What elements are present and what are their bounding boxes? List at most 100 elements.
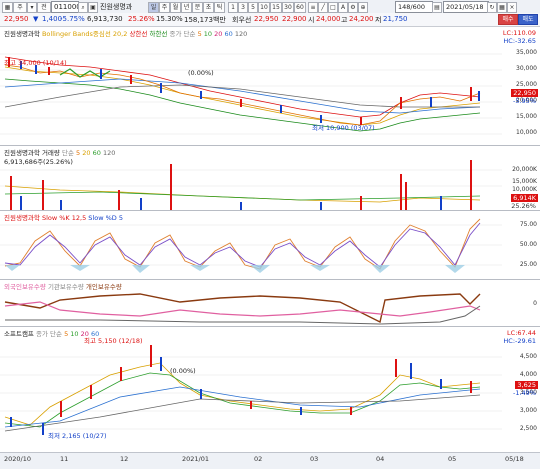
stoch-axis-25: 25.00 bbox=[519, 261, 537, 268]
zoom-icon[interactable]: ⊕ bbox=[358, 2, 368, 13]
lock-icon[interactable]: ▣ bbox=[88, 2, 98, 13]
sc-axis-4000: 4,000 bbox=[519, 371, 537, 378]
stoch-axis-50: 50.00 bbox=[519, 241, 537, 248]
holdings-axis-0: 0 bbox=[533, 300, 537, 307]
price-chart-pane[interactable]: 진원생명과학 Bollinger Bands중심선 20,2 상한선 하한선 종… bbox=[0, 27, 540, 146]
stoch-axis-75: 75.00 bbox=[519, 221, 537, 228]
down-arrow-icon: ▼ bbox=[33, 15, 39, 23]
stock-code-input[interactable]: 011000 bbox=[51, 1, 81, 13]
period-button-month[interactable]: 월 bbox=[170, 2, 181, 13]
search-icon[interactable]: ⌕ bbox=[78, 2, 88, 13]
price-tag: 22,950 bbox=[511, 89, 538, 97]
volume-svg bbox=[0, 160, 502, 210]
price-candles bbox=[8, 57, 480, 125]
date-field[interactable]: 2021/05/18 bbox=[443, 1, 489, 13]
quote-jeo-label: 저 bbox=[375, 16, 382, 24]
x-label-04: 04 bbox=[376, 455, 385, 463]
x-label-05: 05 bbox=[448, 455, 457, 463]
count-field[interactable]: 148/600 bbox=[395, 1, 433, 13]
stochastic-pane[interactable]: 진원생명과학 Slow %K 12,5 Slow %D 5 75.00 50.0… bbox=[0, 211, 540, 280]
x-axis-bar: 2020/10 11 12 2021/01 02 03 04 05 05/18 bbox=[0, 452, 540, 469]
quote-open-label: 회우선 bbox=[232, 16, 252, 24]
quote-si: 24,000 bbox=[316, 15, 341, 23]
quote-si-label: 시 bbox=[308, 16, 315, 24]
quote-amount: 158,173백만 bbox=[184, 16, 226, 24]
price-chart-svg bbox=[0, 53, 502, 135]
price-axis-30000: 30,000 bbox=[516, 65, 537, 72]
softcamp-pane[interactable]: 소프트캠프 종가 단순 5 10 20 60 LC:67.44 HC:-29.6… bbox=[0, 327, 540, 452]
quote-go: 24,200 bbox=[349, 15, 374, 23]
x-label-2021-01: 2021/01 bbox=[182, 455, 210, 463]
sc-price-tag: 3,625 bbox=[515, 381, 538, 389]
holdings-pane[interactable]: 외국인보유수량 기관보유수량 개인보유수량 0 bbox=[0, 280, 540, 327]
x-label-2020-10: 2020/10 bbox=[4, 455, 32, 463]
stochastic-svg bbox=[0, 218, 502, 273]
quote-vol-ratio: 25.26% bbox=[128, 15, 155, 23]
sc-axis-4500: 4,500 bbox=[519, 353, 537, 360]
buy-button[interactable]: 매수 bbox=[498, 14, 518, 25]
sc-pct-tag: -1.49% bbox=[513, 389, 536, 397]
text-icon[interactable]: A bbox=[338, 2, 348, 13]
dropdown-icon[interactable]: ▾ bbox=[27, 2, 37, 13]
x-label-11: 11 bbox=[60, 455, 69, 463]
price-axis-10000: 10,000 bbox=[516, 129, 537, 136]
min-15[interactable]: 15 bbox=[270, 2, 282, 13]
list-icon[interactable]: ≡ bbox=[308, 2, 318, 13]
sc-axis-2500: 2,500 bbox=[519, 425, 537, 432]
quote-open: 22,950 bbox=[254, 15, 279, 23]
calendar-icon[interactable]: ▤ bbox=[432, 2, 442, 13]
min-3[interactable]: 3 bbox=[238, 2, 248, 13]
quote-turnover: 15.30% bbox=[156, 15, 183, 23]
refresh-icon[interactable]: ↻ bbox=[487, 2, 497, 13]
period-button-week[interactable]: 주 bbox=[159, 2, 170, 13]
volume-pane[interactable]: 진원생명과학 거래량 단순 5 20 60 120 6,913,686주(25.… bbox=[0, 146, 540, 211]
hc-label: HC:-32.65 bbox=[503, 37, 536, 45]
quote-volume: 6,913,730 bbox=[87, 15, 123, 23]
prev-button[interactable]: 전 bbox=[37, 2, 51, 13]
quote-go-label: 고 bbox=[341, 16, 348, 24]
period-button-tick[interactable]: 틱 bbox=[214, 2, 225, 13]
sell-button[interactable]: 매도 bbox=[518, 14, 538, 25]
min-60[interactable]: 60 bbox=[294, 2, 306, 13]
close-icon[interactable]: × bbox=[507, 2, 517, 13]
stock-name: 진원생명과 bbox=[100, 3, 133, 11]
square-icon[interactable]: □ bbox=[328, 2, 338, 13]
min-10[interactable]: 10 bbox=[258, 2, 270, 13]
settings-icon[interactable]: ⚙ bbox=[348, 2, 358, 13]
quote-price: 22,950 bbox=[4, 15, 29, 23]
price-axis-35000: 35,000 bbox=[516, 49, 537, 56]
sc-high-note: 최고 5,150 (12/18) bbox=[84, 337, 143, 345]
period-button-minute[interactable]: 분 bbox=[192, 2, 203, 13]
menu-button[interactable]: 주 bbox=[13, 2, 27, 13]
vol-axis-20000k: 20,000K bbox=[512, 166, 537, 173]
grid2-icon[interactable]: ▦ bbox=[497, 2, 507, 13]
sc-low-note: 최저 2,165 (10/27) bbox=[48, 432, 107, 440]
min-1[interactable]: 1 bbox=[228, 2, 238, 13]
vol-tag2: 25.26% bbox=[511, 202, 536, 210]
quote-jeo: 21,750 bbox=[383, 15, 408, 23]
price-axis-15000: 15,000 bbox=[516, 113, 537, 120]
price-pct-note: (0.00%) bbox=[188, 69, 214, 77]
sc-pct-note: (0.00%) bbox=[170, 367, 196, 375]
min-30[interactable]: 30 bbox=[282, 2, 294, 13]
period-button-day[interactable]: 일 bbox=[148, 2, 159, 13]
top-toolbar: ▦ 주 ▾ 전 011000 ⌕ ▣ 진원생명과 일 주 월 년 분 초 틱 1… bbox=[0, 0, 540, 14]
x-label-12: 12 bbox=[120, 455, 129, 463]
quote-high-val: 22,900 bbox=[282, 15, 307, 23]
period-button-second[interactable]: 초 bbox=[203, 2, 214, 13]
sc-axis-3000: 3,000 bbox=[519, 407, 537, 414]
grid-icon[interactable]: ▦ bbox=[2, 2, 13, 13]
quote-bar: 22,950 ▼ 1,400 -5.75% 6,913,730 25.26% 1… bbox=[0, 13, 540, 27]
line-icon[interactable]: ╱ bbox=[318, 2, 328, 13]
holdings-svg bbox=[4, 293, 481, 325]
quote-change-pct: -5.75% bbox=[60, 15, 85, 23]
min-5[interactable]: 5 bbox=[248, 2, 258, 13]
period-button-year[interactable]: 년 bbox=[181, 2, 192, 13]
lc-label: LC:110.09 bbox=[502, 29, 536, 37]
x-label-03: 03 bbox=[310, 455, 319, 463]
vol-axis-15000k: 15,000K bbox=[512, 178, 537, 185]
price-axis-25000: 25,000 bbox=[516, 81, 537, 88]
sc-lc-label: LC:67.44 bbox=[507, 329, 536, 337]
price-pct-tag: -5.95% bbox=[513, 97, 536, 105]
x-label-02: 02 bbox=[254, 455, 263, 463]
